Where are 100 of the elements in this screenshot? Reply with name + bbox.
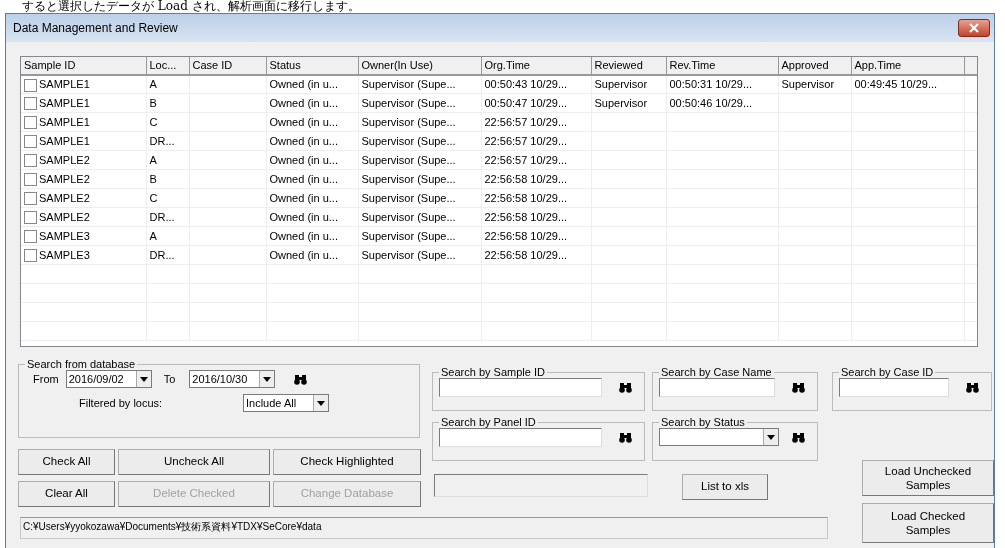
table-cell: Owned (in u... [266, 226, 358, 246]
table-cell: 00:50:43 10/29... [481, 74, 591, 94]
row-checkbox[interactable] [24, 230, 37, 244]
table-cell: A [146, 74, 189, 94]
table-cell: 22:56:57 10/29... [481, 150, 591, 170]
table-cell: DR... [146, 245, 189, 265]
column-header[interactable]: Status [266, 57, 358, 75]
column-header[interactable]: Approved [778, 57, 851, 75]
row-checkbox[interactable] [24, 154, 37, 168]
action-button[interactable]: Clear All [18, 481, 115, 507]
table-cell: Owned (in u... [266, 207, 358, 227]
table-cell: Supervisor [778, 74, 851, 94]
search-field[interactable] [439, 378, 602, 397]
table-cell: SAMPLE2 [39, 172, 90, 185]
table-cell: Owned (in u... [266, 150, 358, 170]
action-button[interactable]: Check All [18, 449, 115, 475]
group-label: Search from database [26, 359, 137, 370]
load-button[interactable]: Load Unchecked Samples [862, 460, 994, 496]
row-checkbox[interactable] [24, 78, 37, 92]
table-cell: SAMPLE1 [39, 96, 90, 109]
table-cell: Supervisor (Supe... [358, 93, 481, 113]
dropdown-value: 2016/09/02 [68, 371, 124, 387]
table-cell: Supervisor (Supe... [358, 150, 481, 170]
action-button[interactable]: Uncheck All [118, 449, 270, 475]
status-dropdown[interactable] [659, 428, 779, 446]
table-cell: 00:50:46 10/29... [666, 93, 778, 113]
table-cell: SAMPLE2 [39, 191, 90, 204]
table-cell: SAMPLE1 [39, 115, 90, 128]
table-cell: A [146, 226, 189, 246]
search-field[interactable] [659, 378, 775, 397]
table-cell: Supervisor (Supe... [358, 207, 481, 227]
table-cell: B [146, 169, 189, 189]
group-label: Search by Panel ID [440, 417, 537, 428]
table-cell: B [146, 93, 189, 113]
column-header[interactable]: Rev.Time [666, 57, 778, 75]
table-cell: 22:56:58 10/29... [481, 169, 591, 189]
to-date-dropdown[interactable]: 2016/10/30 [189, 370, 276, 388]
to-label: To [163, 371, 176, 387]
export-button[interactable]: List to xls [682, 474, 768, 500]
load-button[interactable]: Load Checked Samples [862, 503, 994, 543]
table-cell: Owned (in u... [266, 188, 358, 208]
table-cell: Supervisor (Supe... [358, 245, 481, 265]
search-field[interactable] [439, 428, 602, 447]
row-checkbox[interactable] [24, 116, 37, 130]
row-checkbox[interactable] [24, 249, 37, 263]
table-cell: Supervisor (Supe... [358, 169, 481, 189]
column-header[interactable]: Sample ID [21, 57, 146, 75]
dropdown-value: Include All [246, 395, 297, 411]
column-header[interactable]: Reviewed [591, 57, 666, 75]
column-header[interactable]: Org.Time [481, 57, 591, 75]
binoculars-icon[interactable] [619, 432, 632, 443]
table-cell: 22:56:58 10/29... [481, 245, 591, 265]
table-cell: 00:49:45 10/29... [851, 74, 964, 94]
binoculars-icon[interactable] [619, 382, 632, 393]
table-cell: Owned (in u... [266, 131, 358, 151]
binoculars-icon[interactable] [792, 382, 805, 393]
table-cell: Owned (in u... [266, 74, 358, 94]
row-checkbox[interactable] [24, 173, 37, 187]
table-cell: SAMPLE2 [39, 153, 90, 166]
search-field[interactable] [839, 378, 949, 397]
binoculars-icon[interactable] [294, 373, 308, 385]
dropdown-value: 2016/10/30 [192, 371, 248, 387]
table-cell: SAMPLE3 [39, 248, 90, 261]
binoculars-icon[interactable] [792, 431, 805, 443]
group-label: Search by Case ID [840, 367, 935, 378]
row-checkbox[interactable] [24, 97, 37, 111]
column-header[interactable]: App.Time [851, 57, 964, 75]
table-cell: 22:56:58 10/29... [481, 188, 591, 208]
table-cell: Supervisor (Supe... [358, 74, 481, 94]
table-cell: 22:56:57 10/29... [481, 131, 591, 151]
table-cell: SAMPLE1 [39, 134, 90, 147]
close-button[interactable] [958, 19, 990, 37]
document-text: すると選択したデータが Load され、解析画面に移行します。 [21, 0, 361, 13]
table-cell: Supervisor (Supe... [358, 131, 481, 151]
table-cell: Owned (in u... [266, 112, 358, 132]
action-button[interactable]: Check Highlighted [273, 449, 421, 475]
table-cell: Supervisor [591, 74, 666, 94]
column-header[interactable]: Owner(In Use) [358, 57, 481, 75]
close-icon [969, 23, 979, 33]
group-label: Search by Case Name [660, 367, 773, 378]
table-cell: DR... [146, 131, 189, 151]
group-label: Search by Status [660, 417, 746, 428]
window-title: Data Management and Review [13, 20, 178, 37]
table-cell: DR... [146, 207, 189, 227]
locus-dropdown[interactable]: Include All [243, 394, 329, 412]
column-header[interactable]: Case ID [189, 57, 266, 75]
table-cell: 22:56:57 10/29... [481, 112, 591, 132]
row-checkbox[interactable] [24, 135, 37, 149]
row-checkbox[interactable] [24, 192, 37, 206]
table-cell: Owned (in u... [266, 245, 358, 265]
table-cell: 00:50:47 10/29... [481, 93, 591, 113]
table-cell: Supervisor (Supe... [358, 226, 481, 246]
row-checkbox[interactable] [24, 211, 37, 225]
table-cell: SAMPLE1 [39, 78, 90, 90]
binoculars-icon[interactable] [966, 382, 979, 393]
column-header[interactable]: Loc... [146, 57, 189, 75]
table-cell: C [146, 188, 189, 208]
table-cell: C [146, 112, 189, 132]
table-cell: Supervisor [591, 93, 666, 113]
from-date-dropdown[interactable]: 2016/09/02 [65, 370, 152, 388]
